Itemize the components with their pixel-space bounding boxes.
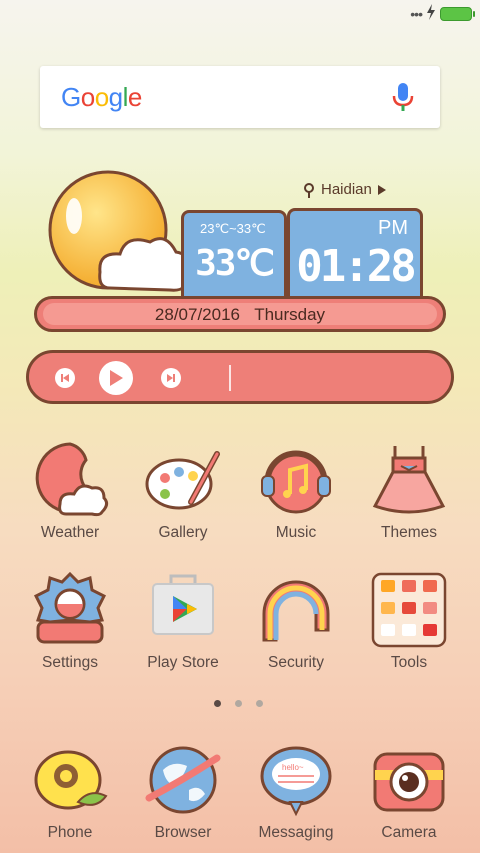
app-label: Music <box>275 524 317 541</box>
temperature-range: 23℃~33℃ <box>200 221 266 236</box>
app-label: Security <box>268 654 324 671</box>
google-search-bar[interactable]: Google <box>40 66 440 128</box>
app-phone[interactable]: Phone <box>20 740 120 842</box>
app-label: Phone <box>47 824 93 841</box>
page-dot-active[interactable] <box>214 700 221 707</box>
app-tools-folder[interactable]: Tools <box>359 570 459 672</box>
folder-icon <box>371 572 447 648</box>
app-weather[interactable]: Weather <box>20 440 120 542</box>
play-store-icon <box>152 574 214 635</box>
status-bar: ••• <box>0 0 480 28</box>
app-camera[interactable]: Camera <box>359 740 459 842</box>
bubble-text: hello~ <box>282 763 304 772</box>
weather-icon <box>35 442 109 517</box>
am-pm-indicator: PM <box>378 217 408 239</box>
dress-icon <box>372 446 446 514</box>
gear-icon <box>33 571 107 644</box>
date-value: 28/07/2016 <box>154 305 241 324</box>
location-label[interactable]: Haidian <box>303 181 386 198</box>
page-indicator[interactable] <box>214 700 263 707</box>
skip-back-icon <box>61 374 69 382</box>
app-gallery[interactable]: Gallery <box>133 440 233 542</box>
page-dot[interactable] <box>235 700 242 707</box>
date-bar[interactable]: 28/07/2016 Thursday <box>34 296 446 332</box>
app-security[interactable]: Security <box>246 570 346 672</box>
camera-icon <box>373 752 445 812</box>
app-label: Gallery <box>158 524 208 541</box>
next-track-button[interactable] <box>161 368 181 388</box>
sun-cloud-illustration <box>48 170 190 292</box>
weekday-value: Thursday <box>254 305 326 324</box>
google-logo: Google <box>61 82 142 112</box>
app-label: Settings <box>41 654 98 671</box>
chevron-right-icon <box>377 184 386 195</box>
music-player-widget <box>26 350 454 404</box>
app-music[interactable]: Music <box>246 440 346 542</box>
clock-panel[interactable]: PM 01:28 <box>287 208 423 304</box>
app-label: Messaging <box>258 824 334 841</box>
palette-icon <box>145 451 220 510</box>
previous-track-button[interactable] <box>55 368 75 388</box>
notification-dots: ••• <box>410 6 423 22</box>
battery-icon <box>440 7 475 21</box>
player-divider <box>229 365 231 391</box>
app-label: Camera <box>381 824 437 841</box>
play-button[interactable] <box>99 361 133 395</box>
headphones-icon <box>261 450 331 514</box>
app-themes[interactable]: Themes <box>359 440 459 542</box>
app-browser[interactable]: Browser <box>133 740 233 842</box>
speech-bubble-icon: hello~ <box>260 746 332 817</box>
app-settings[interactable]: Settings <box>20 570 120 672</box>
temperature-panel[interactable]: 23℃~33℃ 33℃ <box>181 210 287 304</box>
date-text: 28/07/2016 Thursday <box>37 305 443 325</box>
lemon-phone-icon <box>34 750 108 810</box>
app-label: Tools <box>390 654 428 671</box>
app-label: Browser <box>154 824 212 841</box>
globe-icon <box>145 746 221 814</box>
app-messaging[interactable]: hello~ Messaging <box>246 740 346 842</box>
app-label: Weather <box>40 524 100 541</box>
location-name: Haidian <box>321 181 372 198</box>
play-icon <box>110 370 123 386</box>
app-label: Themes <box>381 524 437 541</box>
clock-time: 01:28 <box>296 241 416 292</box>
current-temperature: 33℃ <box>195 243 275 284</box>
app-play-store[interactable]: Play Store <box>133 570 233 672</box>
microphone-icon[interactable] <box>392 82 414 112</box>
rainbow-icon <box>262 580 330 642</box>
charging-icon <box>427 4 435 20</box>
skip-forward-icon <box>167 374 175 382</box>
app-label: Play Store <box>147 654 219 671</box>
location-pin-icon <box>304 182 314 198</box>
page-dot[interactable] <box>256 700 263 707</box>
